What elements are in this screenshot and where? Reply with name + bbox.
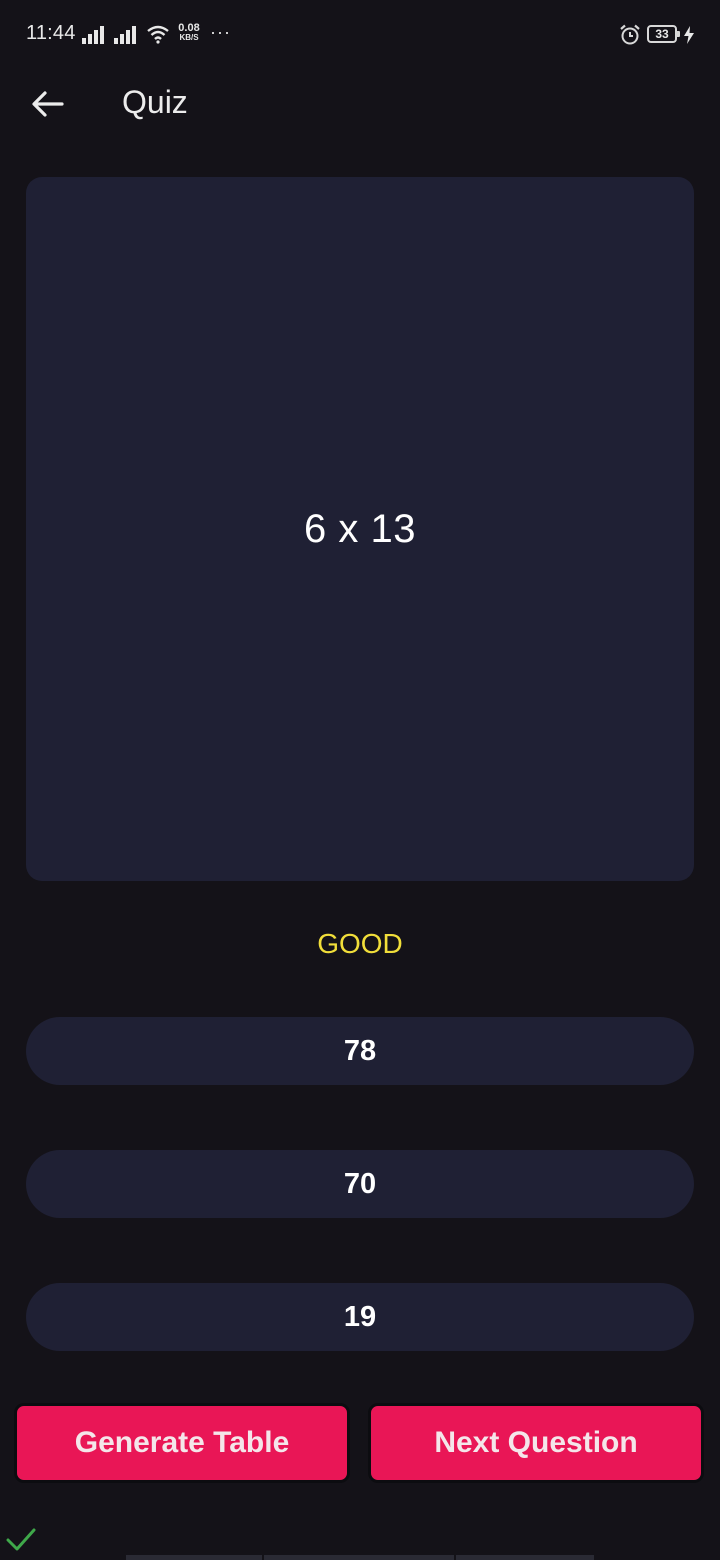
charging-icon <box>684 26 694 44</box>
result-text: GOOD <box>317 928 403 959</box>
back-button[interactable] <box>26 84 70 124</box>
net-speed-unit: KB/S <box>179 33 199 42</box>
check-icon <box>6 1528 36 1551</box>
next-question-button[interactable]: Next Question <box>368 1403 704 1483</box>
signal-icon <box>82 26 104 44</box>
arrow-left-icon <box>32 91 64 117</box>
battery-icon: 33 <box>647 25 680 43</box>
status-bar: 11:44 0.08 KB/S ··· 33 <box>0 0 720 70</box>
status-time: 11:44 <box>26 22 76 44</box>
more-icon: ··· <box>210 22 231 42</box>
answer-option-3[interactable]: 19 <box>26 1283 694 1351</box>
signal-icon <box>114 26 136 44</box>
bottom-strip <box>126 1555 594 1560</box>
wifi-icon <box>147 25 169 44</box>
alarm-icon <box>620 24 640 45</box>
net-speed-value: 0.08 <box>178 22 200 34</box>
answer-option-1[interactable]: 78 <box>26 1017 694 1085</box>
answer-option-2[interactable]: 70 <box>26 1150 694 1218</box>
net-speed: 0.08 KB/S <box>174 22 204 43</box>
page-title: Quiz <box>122 84 188 120</box>
question-card: 6 x 13 <box>26 177 694 881</box>
question-text: 6 x 13 <box>304 506 416 551</box>
generate-table-button[interactable]: Generate Table <box>14 1403 350 1483</box>
